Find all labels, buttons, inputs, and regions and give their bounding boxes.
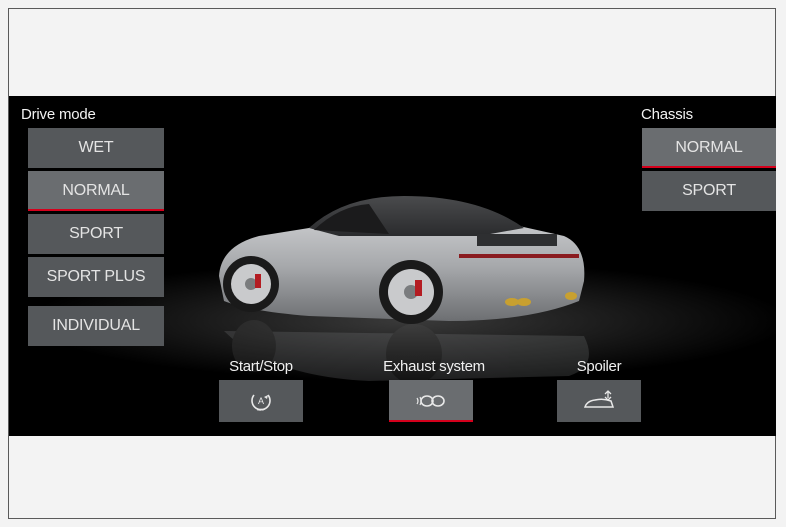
manual-illustration: Drive mode WET NORMAL SPORT SPORT PLUS I… <box>0 0 786 527</box>
chassis-sport-button[interactable]: SPORT <box>642 171 776 211</box>
exhaust-system-label: Exhaust system <box>383 358 485 375</box>
active-indicator <box>389 420 473 422</box>
display-screen: Drive mode WET NORMAL SPORT SPORT PLUS I… <box>9 96 776 436</box>
drive-mode-normal-label: NORMAL <box>62 182 130 199</box>
auto-start-stop-icon: A OFF <box>251 394 271 412</box>
spoiler-button[interactable] <box>557 380 641 422</box>
drive-mode-individual-button[interactable]: INDIVIDUAL <box>28 306 164 346</box>
drive-mode-wet-label: WET <box>78 139 114 156</box>
svg-text:A: A <box>258 396 264 406</box>
spoiler-icon <box>583 390 615 408</box>
active-indicator <box>642 166 776 168</box>
drive-mode-title: Drive mode <box>21 106 96 123</box>
drive-mode-sport-plus-label: SPORT PLUS <box>46 268 146 285</box>
drive-mode-wet-button[interactable]: WET <box>28 128 164 168</box>
chassis-normal-label: NORMAL <box>675 139 743 156</box>
active-indicator <box>28 209 164 211</box>
drive-mode-sport-label: SPORT <box>69 225 123 242</box>
exhaust-icon <box>416 395 445 407</box>
drive-mode-sport-button[interactable]: SPORT <box>28 214 164 254</box>
drive-mode-sport-plus-button[interactable]: SPORT PLUS <box>28 257 164 297</box>
exhaust-system-button[interactable] <box>389 380 473 422</box>
chassis-title: Chassis <box>641 106 693 123</box>
spoiler-label: Spoiler <box>576 358 622 375</box>
chassis-sport-label: SPORT <box>682 182 736 199</box>
drive-mode-normal-button[interactable]: NORMAL <box>28 171 164 211</box>
svg-text:OFF: OFF <box>257 407 266 412</box>
chassis-normal-button[interactable]: NORMAL <box>642 128 776 168</box>
start-stop-button[interactable]: A OFF <box>219 380 303 422</box>
start-stop-label: Start/Stop <box>229 358 293 375</box>
drive-mode-individual-label: INDIVIDUAL <box>52 317 140 334</box>
